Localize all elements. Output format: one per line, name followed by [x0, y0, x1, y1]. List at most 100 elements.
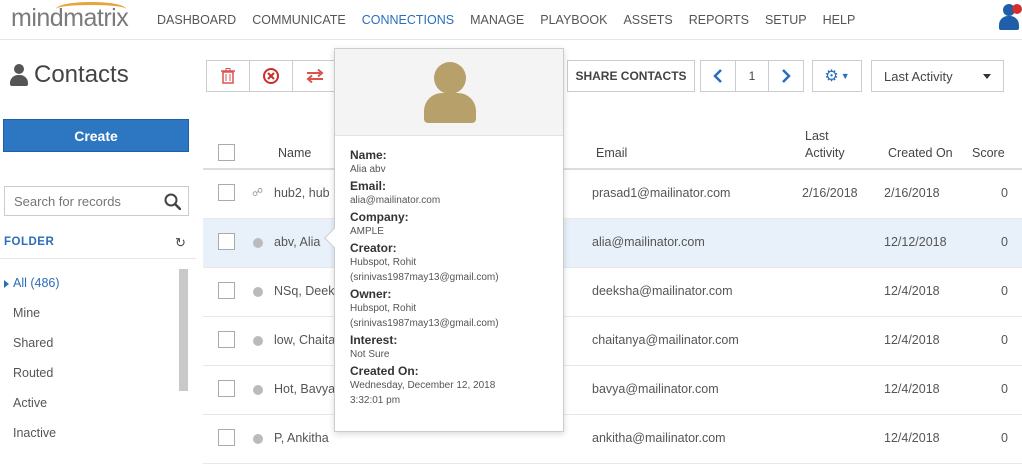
- user-avatar-icon[interactable]: [998, 4, 1022, 32]
- search-input[interactable]: [5, 187, 155, 215]
- table-row[interactable]: Hot, Bavya bavya@mailinator.com 12/4/201…: [203, 366, 1022, 415]
- row-checkbox[interactable]: [218, 429, 235, 446]
- transfer-button[interactable]: [293, 61, 336, 91]
- folder-item-shared[interactable]: Shared: [0, 328, 60, 358]
- nav-connections[interactable]: CONNECTIONS: [362, 13, 454, 27]
- field-value-company: AMPLE: [350, 226, 384, 237]
- row-checkbox[interactable]: [218, 380, 235, 397]
- cell-score: 0: [1001, 333, 1008, 347]
- pagination: 1: [700, 60, 804, 92]
- field-label-interest: Interest:: [350, 333, 398, 347]
- header-score[interactable]: Score: [972, 146, 1005, 160]
- header-name[interactable]: Name: [278, 146, 311, 160]
- page-title-text: Contacts: [34, 61, 129, 88]
- field-value-created-on: Wednesday, December 12, 2018 3:32:01 pm: [350, 380, 496, 406]
- contact-avatar-icon: [424, 62, 476, 124]
- nav-playbook[interactable]: PLAYBOOK: [540, 13, 607, 27]
- row-checkbox[interactable]: [218, 184, 235, 201]
- cell-email: ankitha@mailinator.com: [592, 431, 726, 445]
- cell-created-on: 12/4/2018: [884, 333, 940, 347]
- folder-item-active[interactable]: Active: [0, 388, 60, 418]
- field-label-created-on: Created On:: [350, 364, 419, 378]
- select-all-checkbox[interactable]: [218, 144, 235, 161]
- row-checkbox[interactable]: [218, 233, 235, 250]
- caret-down-icon: ▼: [840, 71, 850, 81]
- chevron-right-icon: [782, 69, 791, 83]
- sort-select[interactable]: Last Activity: [871, 60, 1004, 92]
- folder-item-mine[interactable]: Mine: [0, 298, 60, 328]
- cell-created-on: 12/4/2018: [884, 284, 940, 298]
- share-icon: ☍: [252, 187, 264, 199]
- header-created-on[interactable]: Created On: [888, 146, 953, 160]
- folder-item-routed[interactable]: Routed: [0, 358, 60, 388]
- field-label-name: Name:: [350, 148, 387, 162]
- table-row[interactable]: ☍ hub2, hub prasad1@mailinator.com 2/16/…: [203, 170, 1022, 219]
- brand-logo[interactable]: mindmatrix: [11, 4, 129, 33]
- contact-icon: [10, 64, 28, 86]
- search-icon[interactable]: [164, 193, 181, 210]
- main-nav: DASHBOARD COMMUNICATE CONNECTIONS MANAGE…: [157, 13, 871, 27]
- top-navbar: mindmatrix DASHBOARD COMMUNICATE CONNECT…: [0, 0, 1022, 40]
- cell-name[interactable]: P, Ankitha: [274, 431, 329, 445]
- next-page-button[interactable]: [769, 61, 803, 91]
- cell-email: deeksha@mailinator.com: [592, 284, 733, 298]
- nav-manage[interactable]: MANAGE: [470, 13, 524, 27]
- cell-email: bavya@mailinator.com: [592, 382, 719, 396]
- contacts-table: Name Email Last Activity Created On Scor…: [203, 120, 1022, 464]
- folder-list: All (486) Mine Shared Routed Active Inac…: [0, 268, 60, 448]
- status-dot: [253, 238, 263, 248]
- table-row[interactable]: abv, Alia alia@mailinator.com 12/12/2018…: [203, 219, 1022, 268]
- cell-name[interactable]: hub2, hub: [274, 186, 330, 200]
- field-label-company: Company:: [350, 210, 409, 224]
- cell-name[interactable]: abv, Alia: [274, 235, 320, 249]
- cell-name[interactable]: low, Chaita: [274, 333, 335, 347]
- cell-name[interactable]: Hot, Bavya: [274, 382, 335, 396]
- deactivate-button[interactable]: [250, 61, 293, 91]
- cell-score: 0: [1001, 382, 1008, 396]
- table-header: Name Email Last Activity Created On Scor…: [203, 120, 1022, 170]
- action-toolbar: [206, 60, 337, 92]
- prev-page-button[interactable]: [701, 61, 735, 91]
- cell-created-on: 12/12/2018: [884, 235, 947, 249]
- create-button[interactable]: Create: [3, 119, 189, 152]
- row-checkbox[interactable]: [218, 282, 235, 299]
- cell-score: 0: [1001, 186, 1008, 200]
- row-checkbox[interactable]: [218, 331, 235, 348]
- nav-setup[interactable]: SETUP: [765, 13, 807, 27]
- field-label-owner: Owner:: [350, 287, 392, 301]
- status-dot: [253, 385, 263, 395]
- folder-heading: FOLDER: [4, 236, 55, 248]
- refresh-icon[interactable]: ↻: [175, 235, 186, 251]
- close-circle-icon: [263, 68, 279, 84]
- header-email[interactable]: Email: [596, 146, 627, 160]
- cell-created-on: 2/16/2018: [884, 186, 940, 200]
- gear-icon: ⚙: [824, 68, 839, 85]
- page-number[interactable]: 1: [735, 61, 769, 91]
- popover-header: [335, 49, 563, 136]
- table-row[interactable]: NSq, Deek deeksha@mailinator.com 12/4/20…: [203, 268, 1022, 317]
- settings-dropdown-button[interactable]: ⚙ ▼: [812, 60, 862, 92]
- nav-communicate[interactable]: COMMUNICATE: [252, 13, 346, 27]
- folder-divider: [0, 258, 196, 259]
- nav-reports[interactable]: REPORTS: [689, 13, 749, 27]
- table-row[interactable]: P, Ankitha ankitha@mailinator.com 12/4/2…: [203, 415, 1022, 464]
- cell-email: prasad1@mailinator.com: [592, 186, 731, 200]
- folder-item-all[interactable]: All (486): [0, 268, 60, 298]
- nav-help[interactable]: HELP: [823, 13, 856, 27]
- folder-item-inactive[interactable]: Inactive: [0, 418, 60, 448]
- sort-select-value: Last Activity: [884, 68, 953, 84]
- cell-name[interactable]: NSq, Deek: [274, 284, 334, 298]
- status-dot: [253, 287, 263, 297]
- popover-body: Name: Alia abv Email: alia@mailinator.co…: [335, 136, 563, 408]
- trash-icon: [221, 68, 235, 84]
- header-last-activity[interactable]: Last Activity: [805, 128, 855, 162]
- share-contacts-button[interactable]: SHARE CONTACTS: [567, 60, 695, 92]
- delete-button[interactable]: [207, 61, 250, 91]
- nav-assets[interactable]: ASSETS: [623, 13, 672, 27]
- chevron-left-icon: [713, 69, 722, 83]
- field-label-email: Email:: [350, 179, 387, 193]
- sidebar-scrollbar[interactable]: [179, 269, 188, 391]
- table-row[interactable]: low, Chaita chaitanya@mailinator.com 12/…: [203, 317, 1022, 366]
- nav-dashboard[interactable]: DASHBOARD: [157, 13, 236, 27]
- cell-score: 0: [1001, 235, 1008, 249]
